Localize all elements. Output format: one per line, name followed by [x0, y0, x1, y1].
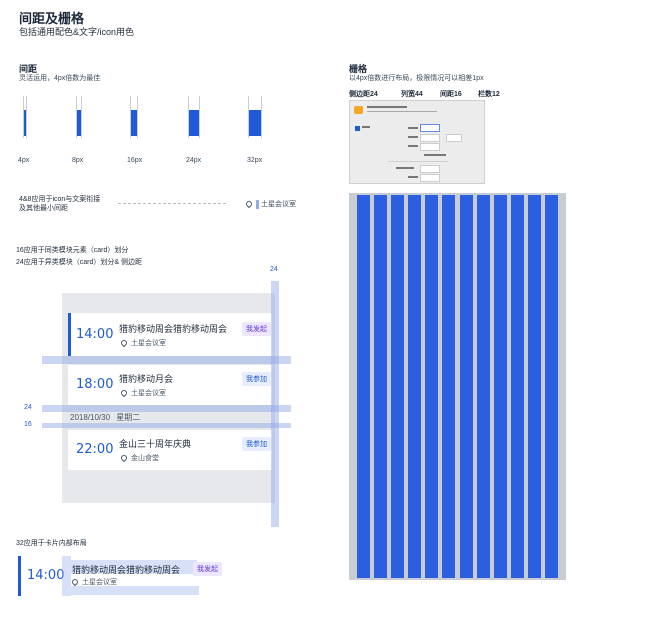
- spacing-overlay-side: [271, 281, 279, 527]
- grid-column: [510, 195, 524, 578]
- location-pin-icon: [119, 388, 129, 398]
- note-24: 24应用于异类模块（card）划分& 侧边距: [16, 259, 143, 266]
- location-pin-icon: [70, 577, 80, 587]
- spacing-overlay-16: [42, 356, 291, 364]
- bottom-card-location: 土星会议室: [70, 577, 117, 587]
- event-card[interactable]: 18:00 猎豹移动月会 土星会议室 我参加: [68, 365, 272, 405]
- grid-column: [425, 195, 439, 578]
- center-button[interactable]: [446, 134, 462, 142]
- spacing-overlay-32: [62, 556, 71, 596]
- status-badge: 我发起: [193, 562, 222, 576]
- grid-spec-count: 栏数12: [478, 91, 500, 98]
- status-badge: 我参加: [242, 372, 271, 386]
- grid-spec-width: 列宽44: [401, 91, 423, 98]
- grid-spec-gutter: 间距16: [440, 91, 462, 98]
- grid-column: [374, 195, 388, 578]
- bottom-card-title: 猎豹移动周会猎豹移动周会: [72, 565, 181, 575]
- weekday-text: 星期二: [116, 413, 141, 422]
- grid-specs: 侧边距24 列宽44 间距16 栏数12: [349, 89, 509, 99]
- grid-column: [408, 195, 422, 578]
- event-title: 猎豹移动月会: [119, 374, 174, 384]
- note-16: 16应用于同类模块元素（card）划分: [16, 247, 129, 254]
- total-width-input[interactable]: [420, 124, 440, 132]
- event-location: 金山食堂: [119, 453, 159, 463]
- status-badge: 我发起: [242, 322, 271, 336]
- event-title: 金山三十周年庆典: [119, 439, 192, 449]
- grid-column: [357, 195, 371, 578]
- event-time: 22:00: [76, 442, 114, 457]
- example-location: 土星会议室: [244, 199, 296, 209]
- marker-24-left: 24: [24, 404, 32, 411]
- date-row: 2018/10/30 星期二: [70, 412, 140, 423]
- location-highlight: [71, 586, 199, 595]
- location-pin-icon: [119, 453, 129, 463]
- grid-spec-margin: 侧边距24: [349, 91, 378, 98]
- columns-checkbox[interactable]: [355, 126, 360, 131]
- card-accent-bar: [68, 313, 71, 356]
- bottom-card-time: 14:00: [27, 568, 65, 583]
- grid-column: [442, 195, 456, 578]
- event-card[interactable]: 14:00 猎豹移动周会猎豹移动周会 土星会议室 我发起: [68, 313, 272, 356]
- spacing-desc: 灵活运用，4px倍数为最佳: [19, 75, 101, 82]
- location-pin-icon: [119, 338, 129, 348]
- grid-column: [476, 195, 490, 578]
- event-card[interactable]: 22:00 金山三十周年庆典 金山食堂 我参加: [68, 430, 272, 470]
- grid-preview: [349, 193, 566, 580]
- event-time: 14:00: [76, 327, 114, 342]
- event-time: 18:00: [76, 377, 114, 392]
- grid-column: [527, 195, 541, 578]
- location-pin-icon: [244, 199, 254, 209]
- grid-desc: 以4px倍数进行布局，极限情况可以相差1px: [349, 75, 484, 82]
- grid-column: [493, 195, 507, 578]
- gutter-input[interactable]: [420, 165, 440, 173]
- spacing-label-16: 16px: [127, 157, 143, 164]
- card-accent-bar: [18, 556, 21, 596]
- page-subtitle: 包括通用配色&文字/icon用色: [19, 27, 135, 37]
- spacing-label-24: 24px: [186, 157, 202, 164]
- note-4-8-line2: 及其他最小间距: [19, 205, 68, 212]
- column-width-input[interactable]: [420, 174, 440, 182]
- spacing-label-32: 32px: [247, 157, 263, 164]
- sketch-logo-icon: [354, 106, 363, 114]
- note-32: 32应用于卡片内部布局: [16, 540, 87, 547]
- event-location: 土星会议室: [119, 388, 166, 398]
- spacing-overlay-24: [42, 405, 291, 412]
- grid-column: [544, 195, 558, 578]
- spacing-overlay-16b: [42, 423, 291, 428]
- grid-column: [459, 195, 473, 578]
- grid-settings-panel: [349, 100, 485, 184]
- offset-input[interactable]: [420, 134, 440, 142]
- grid-column: [391, 195, 405, 578]
- date-text: 2018/10/30: [70, 413, 111, 422]
- spacing-label-8: 8px: [72, 157, 84, 164]
- status-badge: 我参加: [242, 437, 271, 451]
- marker-16-left: 16: [24, 421, 32, 428]
- marker-24-top: 24: [270, 266, 278, 273]
- event-location: 土星会议室: [119, 338, 166, 348]
- spacing-label-4: 4px: [18, 157, 30, 164]
- dashed-divider: [118, 203, 226, 204]
- event-title: 猎豹移动周会猎豹移动周会: [119, 324, 228, 334]
- columns-input[interactable]: [420, 143, 440, 151]
